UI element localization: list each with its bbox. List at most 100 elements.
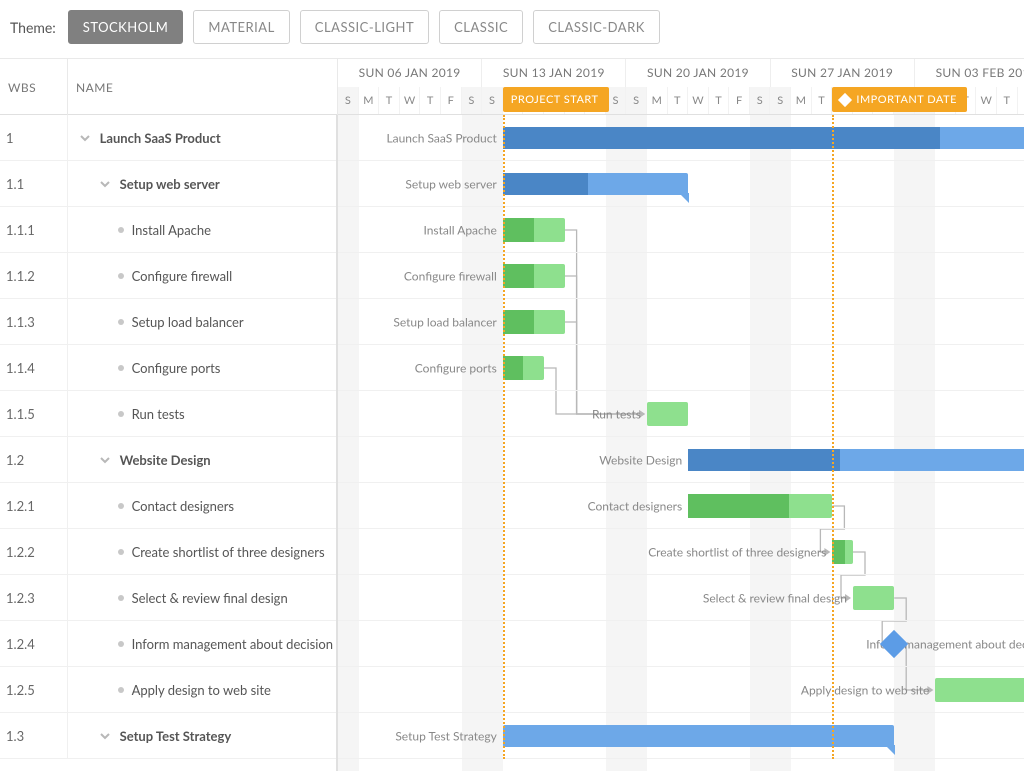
week-row: SUN 06 JAN 2019SUN 13 JAN 2019SUN 20 JAN… [338, 59, 1024, 87]
bullet-icon [118, 319, 124, 325]
timeline-row[interactable]: Contact designers [338, 483, 1024, 529]
summary-bar[interactable]: Setup web server [503, 173, 688, 195]
timeline-row[interactable]: Website Design [338, 437, 1024, 483]
summary-bar[interactable]: Website Design [688, 449, 1024, 471]
bar-label: Website Design [599, 452, 682, 467]
day-header: T [420, 87, 441, 115]
task-row[interactable]: 1.2.2Create shortlist of three designers [0, 529, 336, 575]
theme-button-classic-dark[interactable]: CLASSIC-DARK [533, 10, 660, 44]
task-row[interactable]: 1.1.1Install Apache [0, 207, 336, 253]
bullet-icon [118, 227, 124, 233]
theme-bar: Theme: STOCKHOLM MATERIAL CLASSIC-LIGHT CLA… [0, 0, 1024, 59]
wbs-cell: 1 [0, 115, 68, 161]
wbs-cell: 1.2.5 [0, 667, 68, 713]
task-name: Configure ports [132, 360, 221, 376]
theme-button-material[interactable]: MATERIAL [193, 10, 289, 44]
timeline-row[interactable]: Create shortlist of three designers [338, 529, 1024, 575]
task-name: Website Design [120, 452, 211, 468]
task-name: Run tests [132, 406, 185, 422]
task-row[interactable]: 1.1.5Run tests [0, 391, 336, 437]
column-header-wbs[interactable]: WBS [0, 59, 68, 115]
timeline-row[interactable]: Inform management about decision [338, 621, 1024, 667]
progress-fill [688, 494, 789, 518]
task-tree: 1Launch SaaS Product1.1Setup web server1… [0, 115, 338, 771]
task-bar[interactable]: Configure ports [503, 356, 544, 380]
task-bar[interactable]: Create shortlist of three designers [832, 540, 853, 564]
wbs-cell: 1.1.3 [0, 299, 68, 345]
chevron-down-icon[interactable] [98, 729, 112, 743]
timeline-row[interactable]: Setup load balancer [338, 299, 1024, 345]
task-bar[interactable]: Configure firewall [503, 264, 565, 288]
name-cell: Website Design [68, 437, 336, 483]
name-cell: Contact designers [68, 483, 336, 529]
theme-button-classic-light[interactable]: CLASSIC-LIGHT [300, 10, 429, 44]
progress-fill [503, 173, 588, 195]
name-cell: Launch SaaS Product [68, 115, 336, 161]
day-header: M [359, 87, 380, 115]
task-row[interactable]: 1.1.4Configure ports [0, 345, 336, 391]
marker-flag[interactable]: IMPORTANT DATE [832, 87, 967, 112]
task-row[interactable]: 1.1.3Setup load balancer [0, 299, 336, 345]
wbs-cell: 1.2.2 [0, 529, 68, 575]
task-name: Contact designers [132, 498, 235, 514]
task-bar[interactable]: Apply design to web site [935, 678, 1024, 702]
column-header-name[interactable]: NAME [68, 59, 338, 115]
bar-label: Setup web server [405, 176, 496, 191]
milestone[interactable] [880, 629, 908, 657]
timeline-row[interactable]: Launch SaaS Product [338, 115, 1024, 161]
timeline-row[interactable]: Setup web server [338, 161, 1024, 207]
theme-label: Theme: [10, 19, 56, 36]
theme-button-classic[interactable]: CLASSIC [439, 10, 523, 44]
task-bar[interactable]: Setup load balancer [503, 310, 565, 334]
timeline-row[interactable]: Configure firewall [338, 253, 1024, 299]
task-bar[interactable]: Select & review final design [853, 586, 894, 610]
task-row[interactable]: 1.2.3Select & review final design [0, 575, 336, 621]
summary-bar[interactable]: Launch SaaS Product [503, 127, 1024, 149]
theme-button-stockholm[interactable]: STOCKHOLM [68, 10, 184, 44]
day-header: T [709, 87, 730, 115]
name-cell: Create shortlist of three designers [68, 529, 336, 575]
bar-label: Configure firewall [404, 268, 497, 283]
timeline-row[interactable]: Install Apache [338, 207, 1024, 253]
timeline-row[interactable]: Setup Test Strategy [338, 713, 1024, 759]
day-header: S [338, 87, 359, 115]
task-bar[interactable]: Run tests [647, 402, 688, 426]
day-header: T [379, 87, 400, 115]
task-row[interactable]: 1.2.4Inform management about decision [0, 621, 336, 667]
bar-label: Select & review final design [703, 590, 847, 605]
task-row[interactable]: 1.2.5 Apply design to web site [0, 667, 336, 713]
bullet-icon [118, 595, 124, 601]
task-bar[interactable]: Install Apache [503, 218, 565, 242]
bullet-icon [118, 411, 124, 417]
task-row[interactable]: 1.2Website Design [0, 437, 336, 483]
task-bar[interactable]: Contact designers [688, 494, 832, 518]
task-row[interactable]: 1.2.1Contact designers [0, 483, 336, 529]
day-header: W [688, 87, 709, 115]
task-row[interactable]: 1.1.2Configure firewall [0, 253, 336, 299]
wbs-cell: 1.2.3 [0, 575, 68, 621]
task-row[interactable]: 1 Launch SaaS Product [0, 115, 336, 161]
day-header: F [1018, 87, 1024, 115]
bar-label: Create shortlist of three designers [648, 544, 826, 559]
name-cell: Setup Test Strategy [68, 713, 336, 759]
timeline-row[interactable]: Configure ports [338, 345, 1024, 391]
timeline-row[interactable]: Select & review final design [338, 575, 1024, 621]
timeline-body-wrap[interactable]: Launch SaaS Product Setup web server Insta… [338, 115, 1024, 771]
progress-fill [503, 264, 534, 288]
task-row[interactable]: 1.3Setup Test Strategy [0, 713, 336, 759]
progress-fill [503, 127, 940, 149]
progress-fill [688, 449, 840, 471]
day-header: F [441, 87, 462, 115]
timeline-row[interactable]: Run tests [338, 391, 1024, 437]
chevron-down-icon[interactable] [78, 131, 92, 145]
task-name: Launch SaaS Product [100, 130, 221, 146]
diamond-icon [838, 92, 852, 106]
task-name: Apply design to web site [132, 682, 271, 698]
chevron-down-icon[interactable] [98, 177, 112, 191]
task-row[interactable]: 1.1Setup web server [0, 161, 336, 207]
task-name: Inform management about decision [132, 636, 333, 652]
chevron-down-icon[interactable] [98, 453, 112, 467]
summary-bar[interactable]: Setup Test Strategy [503, 725, 894, 747]
marker-flag[interactable]: PROJECT START [503, 87, 609, 112]
timeline-row[interactable]: Apply design to web site [338, 667, 1024, 713]
